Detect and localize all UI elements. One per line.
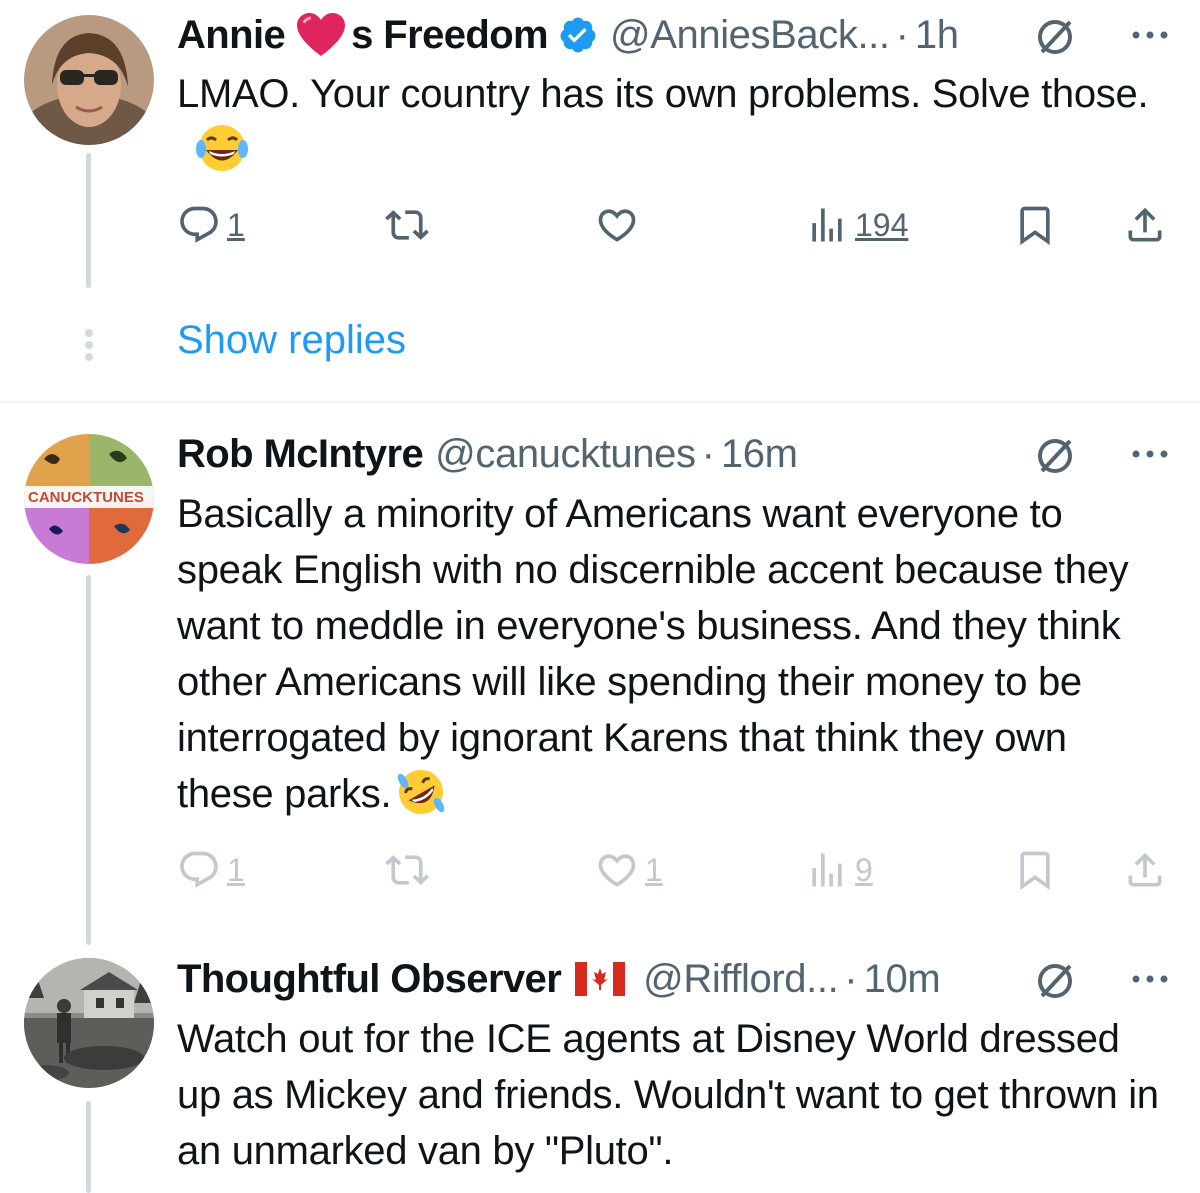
avatar[interactable] — [24, 958, 154, 1088]
heart-outline-icon — [598, 854, 636, 887]
tweet-header: Rob McIntyre @canucktunes · 16m — [177, 429, 1172, 479]
heart-outline-icon — [598, 209, 636, 242]
heart-emoji-icon — [295, 12, 347, 58]
views-count: 9 — [855, 851, 873, 888]
tweet-annie[interactable]: Annie s Freedom @AnniesBack... · 1h LMAO… — [0, 0, 1200, 400]
handle[interactable]: @canucktunes — [435, 432, 696, 477]
separator-dot: · — [701, 431, 715, 476]
tweet-text: Watch out for the ICE agents at Disney W… — [177, 1011, 1170, 1179]
display-name[interactable]: Thoughtful Observer — [177, 957, 562, 1002]
more-options-icon[interactable] — [1128, 433, 1172, 475]
separator-dot: · — [895, 12, 909, 57]
display-name[interactable]: Annie — [177, 13, 286, 58]
reply-button[interactable]: 1 — [177, 845, 245, 895]
thread-line — [86, 575, 91, 945]
bookmark-icon — [1020, 851, 1050, 891]
grok-icon[interactable] — [1034, 960, 1076, 1002]
share-icon — [1128, 852, 1162, 887]
like-count: 1 — [645, 851, 663, 888]
handle[interactable]: @Rifflord... — [643, 957, 839, 1002]
retweet-icon — [385, 210, 429, 240]
thread-line — [86, 1101, 91, 1193]
timestamp[interactable]: 16m — [721, 432, 798, 477]
timestamp[interactable]: 1h — [915, 13, 959, 58]
retweet-button[interactable] — [385, 200, 429, 250]
display-name[interactable]: Rob McIntyre — [177, 432, 424, 477]
show-replies-link[interactable]: Show replies — [177, 318, 406, 363]
retweet-button[interactable] — [385, 845, 429, 895]
more-options-icon[interactable] — [1128, 14, 1172, 56]
timestamp[interactable]: 10m — [864, 957, 941, 1002]
avatar[interactable] — [24, 15, 154, 145]
rofl-emoji-icon — [395, 767, 447, 832]
handle[interactable]: @AnniesBack... — [610, 13, 890, 58]
thread-line — [86, 153, 91, 288]
views-icon — [812, 853, 842, 887]
tweet-body: Basically a minority of Americans want e… — [177, 492, 1129, 816]
views-button[interactable]: 194 — [805, 200, 908, 250]
tweet-text: LMAO. Your country has its own problems.… — [177, 66, 1170, 188]
grok-icon[interactable] — [1034, 16, 1076, 58]
reply-icon — [180, 206, 218, 243]
tweet-rob[interactable]: CANUCKTUNES Rob McIntyre @canucktunes · … — [0, 403, 1200, 945]
laughing-emoji-icon — [195, 123, 249, 188]
canada-flag-icon — [575, 962, 626, 996]
share-button[interactable] — [1123, 845, 1167, 895]
more-replies-dots-icon — [85, 329, 93, 361]
share-icon — [1128, 207, 1162, 242]
separator-dot: · — [844, 956, 858, 1001]
avatar[interactable]: CANUCKTUNES — [24, 434, 154, 564]
bookmark-button[interactable] — [1013, 200, 1057, 250]
tweet-header: Annie s Freedom @AnniesBack... · 1h — [177, 10, 1172, 60]
grok-icon[interactable] — [1034, 435, 1076, 477]
bookmark-icon — [1020, 206, 1050, 246]
reply-count: 1 — [227, 206, 245, 243]
retweet-icon — [385, 855, 429, 885]
avatar-logo-text: CANUCKTUNES — [28, 489, 144, 506]
views-count: 194 — [855, 206, 909, 243]
reply-count: 1 — [227, 851, 245, 888]
display-name-suffix[interactable]: s Freedom — [351, 13, 548, 58]
tweet-header: Thoughtful Observer @Rifflord... · 10m — [177, 954, 1172, 1004]
views-button[interactable]: 9 — [805, 845, 873, 895]
like-button[interactable] — [595, 200, 639, 250]
tweet-actions: 1 1 9 — [177, 845, 1177, 895]
like-button[interactable]: 1 — [595, 845, 663, 895]
tweet-actions: 1 194 — [177, 200, 1177, 250]
verified-badge-icon — [558, 15, 598, 55]
reply-icon — [180, 851, 218, 888]
reply-button[interactable]: 1 — [177, 200, 245, 250]
bookmark-button[interactable] — [1013, 845, 1057, 895]
tweet-body: LMAO. Your country has its own problems.… — [177, 72, 1149, 116]
views-icon — [812, 208, 842, 242]
tweet-body: Watch out for the ICE agents at Disney W… — [177, 1017, 1159, 1173]
more-options-icon[interactable] — [1128, 958, 1172, 1000]
tweet-thoughtful-observer[interactable]: Thoughtful Observer @Rifflord... · 10m W… — [0, 943, 1200, 1193]
tweet-text: Basically a minority of Americans want e… — [177, 486, 1170, 832]
share-button[interactable] — [1123, 200, 1167, 250]
